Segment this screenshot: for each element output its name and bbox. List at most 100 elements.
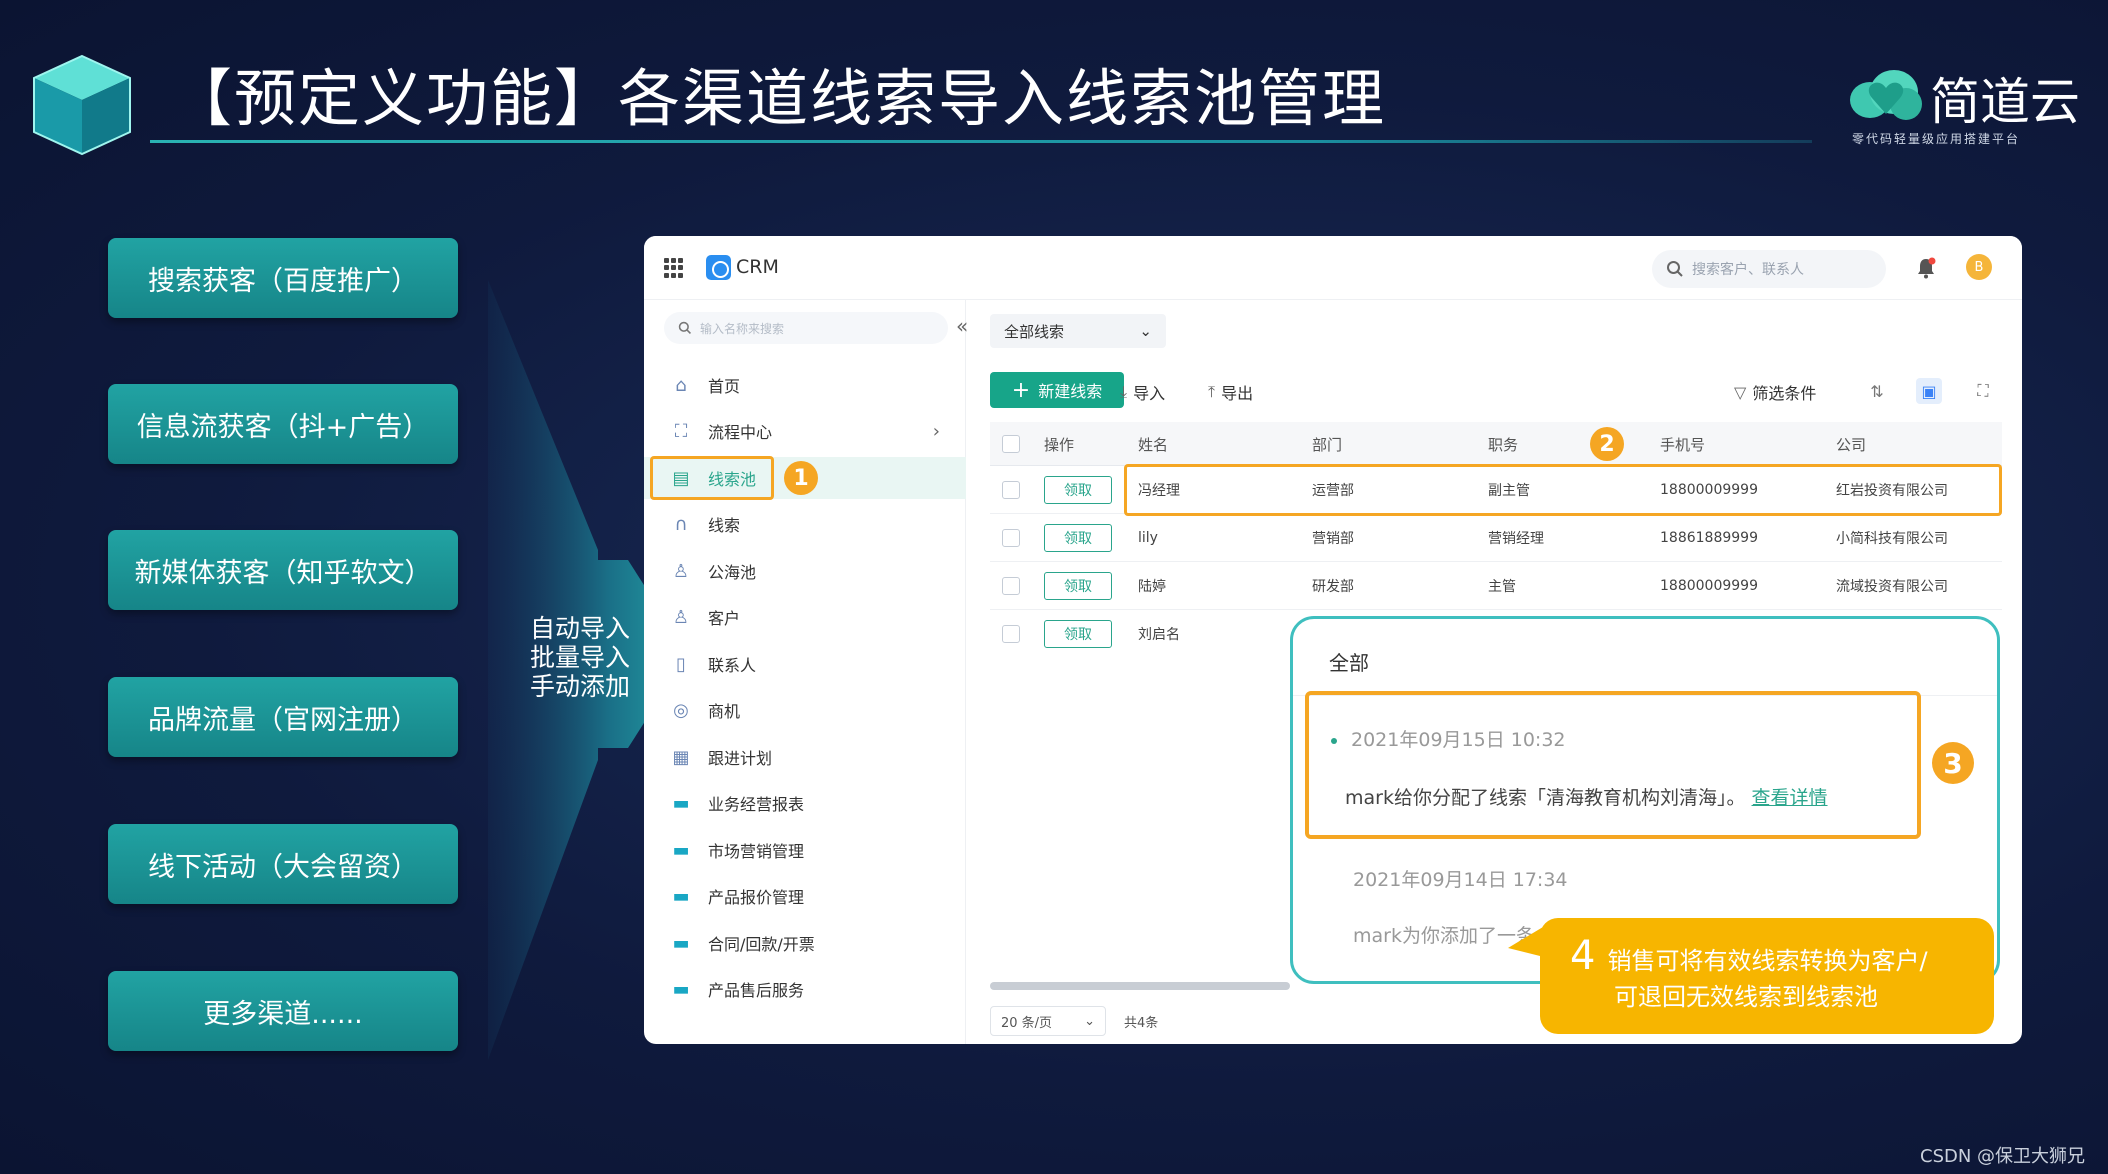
calendar-icon: ▦ xyxy=(672,746,690,768)
import-button[interactable]: ⤓ 导入 xyxy=(1120,380,1165,404)
cell-name: lily xyxy=(1138,530,1158,546)
export-label: 导出 xyxy=(1221,384,1254,403)
sidebar-item-quote[interactable]: ▬ 产品报价管理 xyxy=(644,875,966,917)
cell-title: 营销经理 xyxy=(1488,531,1544,547)
table-row[interactable]: 领取 lily 营销部 营销经理 18861889999 小简科技有限公司 xyxy=(990,514,2002,562)
page-size-select[interactable]: 20 条/页 ⌄ xyxy=(990,1006,1106,1036)
folder-icon: ▬ xyxy=(672,839,690,861)
row-checkbox[interactable] xyxy=(1002,466,1020,514)
sidebar: 输入名称来搜索 « ⌂ 首页 ⛶ 流程中心 › ▤ 线索池 ∩ 线索 ♙ 公海池 ♙ 客户 ▯… xyxy=(644,300,968,1044)
plus-icon: + xyxy=(1011,377,1031,403)
sidebar-item-flow[interactable]: ⛶ 流程中心 › xyxy=(644,410,966,452)
filter-icon: ▽ xyxy=(1734,382,1747,402)
folder-icon: ▬ xyxy=(672,885,690,907)
sidebar-search-placeholder: 输入名称来搜索 xyxy=(700,321,785,336)
sidebar-item-label: 业务经营报表 xyxy=(708,795,805,814)
folder-icon: ▬ xyxy=(672,932,690,954)
sidebar-item-customer[interactable]: ♙ 客户 xyxy=(644,596,966,638)
notification-item-highlight[interactable]: 2021年09月15日 10:32 mark给你分配了线索「清海教育机构刘清海」… xyxy=(1305,691,1921,839)
row-checkbox[interactable] xyxy=(1002,562,1020,610)
table-row[interactable]: 领取 冯经理 运营部 副主管 18800009999 红岩投资有限公司 xyxy=(990,466,2002,514)
sort-icon[interactable]: ⇅ xyxy=(1864,378,1890,404)
fullscreen-icon[interactable]: ⛶ xyxy=(1970,378,1996,404)
export-button[interactable]: ⤒ 导出 xyxy=(1208,380,1253,404)
upload-icon: ⤒ xyxy=(1208,382,1216,401)
sidebar-item-label: 联系人 xyxy=(708,656,757,675)
flow-icon: ⛶ xyxy=(674,420,688,442)
sidebar-item-contract[interactable]: ▬ 合同/回款/开票 xyxy=(644,922,966,964)
channel-brand: 品牌流量（官网注册） xyxy=(108,677,458,757)
col-title: 职务 xyxy=(1488,435,1519,454)
new-lead-button[interactable]: + 新建线索 xyxy=(990,372,1124,408)
brand-logo: 简道云 零代码轻量级应用搭建平台 xyxy=(1848,62,2080,152)
cell-phone: 18800009999 xyxy=(1660,482,1758,498)
table-row[interactable]: 领取 陆婷 研发部 主管 18800009999 流域投资有限公司 xyxy=(990,562,2002,610)
home-icon: ⌂ xyxy=(675,374,687,396)
callout-line-2: 可退回无效线索到线索池 xyxy=(1614,982,1878,1011)
claim-button[interactable]: 领取 xyxy=(1044,572,1112,600)
horizontal-scrollbar[interactable] xyxy=(990,982,1290,990)
cell-company: 小简科技有限公司 xyxy=(1836,531,1948,547)
chevron-down-icon: ⌄ xyxy=(1139,322,1152,340)
col-company: 公司 xyxy=(1836,435,1867,454)
claim-button[interactable]: 领取 xyxy=(1044,620,1112,648)
channel-new-media: 新媒体获客（知乎软文） xyxy=(108,530,458,610)
sidebar-item-label: 流程中心 xyxy=(708,423,773,442)
row-checkbox[interactable] xyxy=(1002,514,1020,562)
chevron-right-icon: › xyxy=(932,420,940,442)
bell-icon[interactable] xyxy=(1914,256,1938,280)
cell-title: 副主管 xyxy=(1488,483,1530,499)
search-icon xyxy=(1667,261,1683,277)
sidebar-item-home[interactable]: ⌂ 首页 xyxy=(644,364,966,406)
download-icon: ⤓ xyxy=(1120,382,1128,401)
sidebar-item-label: 线索 xyxy=(708,516,741,535)
channel-feed: 信息流获客（抖+广告） xyxy=(108,384,458,464)
sidebar-item-plan[interactable]: ▦ 跟进计划 xyxy=(644,736,966,778)
claim-button[interactable]: 领取 xyxy=(1044,524,1112,552)
sidebar-item-public-pool[interactable]: ♙ 公海池 xyxy=(644,550,966,592)
title-underline xyxy=(150,140,1812,143)
sidebar-search-input[interactable]: 输入名称来搜索 xyxy=(664,312,948,344)
callout-line-1: 4 销售可将有效线索转换为客户/ xyxy=(1570,932,1928,979)
col-name: 姓名 xyxy=(1138,435,1169,454)
notification-tab-all[interactable]: 全部 xyxy=(1329,647,1369,676)
sidebar-item-report[interactable]: ▬ 业务经营报表 xyxy=(644,782,966,824)
step-badge-1: 1 xyxy=(784,461,818,495)
channel-more: 更多渠道...... xyxy=(108,971,458,1051)
cell-title: 主管 xyxy=(1488,579,1516,595)
opportunity-icon: ◎ xyxy=(673,699,689,721)
row-checkbox[interactable] xyxy=(1002,610,1020,658)
sidebar-item-aftersales[interactable]: ▬ 产品售后服务 xyxy=(644,968,966,1010)
app-grid-icon[interactable] xyxy=(664,258,684,278)
unread-dot xyxy=(1331,737,1337,744)
cell-name: 冯经理 xyxy=(1138,483,1180,499)
notification-text: mark给你分配了线索「清海教育机构刘清海」。 查看详情 xyxy=(1345,787,1828,809)
col-dept: 部门 xyxy=(1312,435,1343,454)
cell-phone: 18861889999 xyxy=(1660,530,1758,546)
sidebar-item-contact[interactable]: ▯ 联系人 xyxy=(644,643,966,685)
customer-icon: ♙ xyxy=(672,606,690,628)
brand-name: 简道云 xyxy=(1930,73,2080,131)
view-toggle-icon[interactable]: ▣ xyxy=(1916,378,1942,404)
sidebar-item-marketing[interactable]: ▬ 市场营销管理 xyxy=(644,829,966,871)
sidebar-item-label: 商机 xyxy=(708,702,741,721)
notification-time: 2021年09月14日 17:34 xyxy=(1353,869,1568,891)
avatar[interactable]: B xyxy=(1966,254,1992,280)
global-search-input[interactable]: 搜索客户、联系人 xyxy=(1652,250,1886,288)
lead-icon: ∩ xyxy=(674,513,688,535)
page-size-value: 20 条/页 xyxy=(1001,1015,1053,1031)
global-search-placeholder: 搜索客户、联系人 xyxy=(1692,262,1804,278)
cloud-heart-icon xyxy=(1850,70,1922,120)
sidebar-item-label: 首页 xyxy=(708,377,741,396)
filter-conditions-button[interactable]: ▽ 筛选条件 xyxy=(1734,380,1816,404)
sidebar-item-leads[interactable]: ∩ 线索 xyxy=(644,503,966,545)
channel-offline: 线下活动（大会留资） xyxy=(108,824,458,904)
sidebar-item-opportunity[interactable]: ◎ 商机 xyxy=(644,689,966,731)
cell-dept: 运营部 xyxy=(1312,483,1354,499)
import-method-auto: 自动导入 xyxy=(529,614,630,643)
lead-filter-select[interactable]: 全部线索 ⌄ xyxy=(990,314,1166,348)
select-all-checkbox[interactable] xyxy=(1002,422,1020,466)
crm-logo-icon xyxy=(706,255,731,280)
view-detail-link[interactable]: 查看详情 xyxy=(1752,787,1828,809)
claim-button[interactable]: 领取 xyxy=(1044,476,1112,504)
